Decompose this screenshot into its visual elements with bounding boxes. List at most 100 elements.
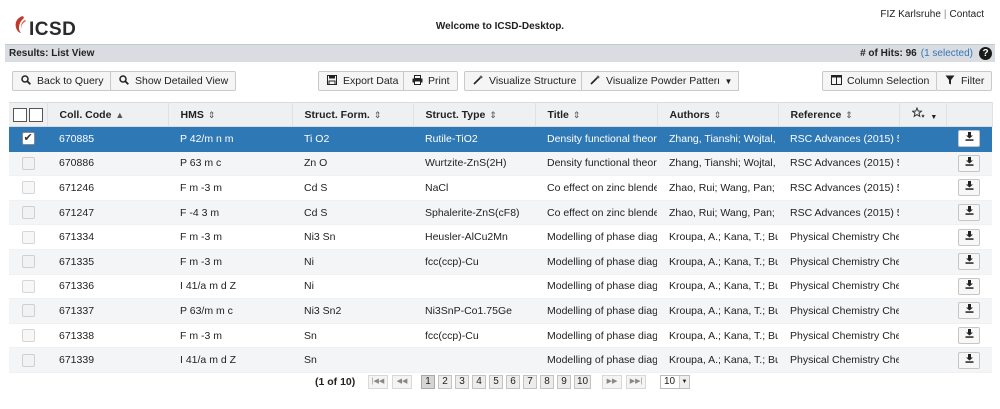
page-6-button[interactable]: 6: [506, 375, 520, 389]
first-page-button[interactable]: |◀◀: [368, 375, 388, 389]
row-checkbox[interactable]: [21, 255, 35, 269]
row-select-cell[interactable]: [9, 298, 47, 324]
page-4-button[interactable]: 4: [472, 375, 486, 389]
cell-title: Modelling of phase diagrar: [535, 224, 657, 250]
row-checkbox[interactable]: [21, 181, 35, 195]
row-checkbox[interactable]: [21, 206, 35, 220]
column-header-title[interactable]: Title ⇕: [535, 102, 658, 127]
download-button[interactable]: [958, 154, 980, 172]
column-header-hms[interactable]: HMS ⇕: [168, 102, 293, 127]
caret-down-icon: ▼: [930, 114, 938, 121]
table-row[interactable]: 671247 F -4 3 m Cd S Sphalerite-ZnS(cF8) Co …: [9, 200, 992, 226]
download-button[interactable]: [958, 130, 980, 148]
table-row[interactable]: 671337 P 63/m m c Ni3 Sn2 Ni3SnP-Co1.75Ge Mo…: [9, 298, 992, 324]
row-select-cell[interactable]: [9, 200, 47, 226]
help-icon[interactable]: ?: [979, 47, 992, 60]
download-button[interactable]: [958, 204, 980, 222]
row-checkbox[interactable]: [21, 279, 35, 293]
row-checkbox[interactable]: [21, 131, 35, 146]
table-row[interactable]: 671335 F m -3 m Ni fcc(ccp)-Cu Modelling of …: [9, 249, 992, 275]
separator: |: [943, 9, 947, 20]
column-header-struct-type[interactable]: Struct. Type ⇕: [413, 102, 536, 127]
print-button[interactable]: Print: [403, 71, 458, 91]
table-row[interactable]: 671338 F m -3 m Sn fcc(ccp)-Cu Modelling of …: [9, 323, 992, 349]
row-select-cell[interactable]: [9, 126, 47, 152]
page-summary: (1 of 10): [315, 376, 356, 388]
page-5-button[interactable]: 5: [489, 375, 503, 389]
column-settings-header[interactable]: ▼: [899, 102, 947, 127]
row-select-cell[interactable]: [9, 151, 47, 177]
select-all-header[interactable]: [9, 102, 48, 127]
column-selection-label: Column Selection: [847, 75, 930, 87]
column-header-coll-code[interactable]: Coll. Code ▲: [47, 102, 169, 127]
table-row[interactable]: 671334 F m -3 m Ni3 Sn Heusler-AlCu2Mn Model…: [9, 224, 992, 250]
select-all-checkbox[interactable]: [12, 107, 27, 122]
table-row[interactable]: 670886 P 63 m c Zn O Wurtzite-ZnS(2H) Densit…: [9, 151, 992, 177]
back-to-query-button[interactable]: Back to Query: [12, 71, 112, 91]
filter-button[interactable]: Filter: [936, 71, 993, 91]
visualize-powder-pattern-label: Visualize Powder Pattern: [606, 75, 724, 87]
download-button[interactable]: [958, 277, 980, 295]
cell-column-settings: [899, 249, 946, 275]
download-button[interactable]: [958, 228, 980, 246]
download-button[interactable]: [958, 327, 980, 345]
row-checkbox[interactable]: [21, 230, 35, 244]
cell-column-settings: [899, 151, 946, 177]
wand-icon: [472, 74, 484, 88]
select-page-checkbox[interactable]: [28, 107, 43, 122]
page-size-select[interactable]: 10 ▼: [660, 375, 690, 389]
cell-hms: F m -3 m: [168, 175, 292, 201]
row-checkbox[interactable]: [21, 304, 35, 318]
download-icon: [965, 279, 973, 289]
page-9-button[interactable]: 9: [557, 375, 571, 389]
page-1-button[interactable]: 1: [421, 375, 435, 389]
row-checkbox[interactable]: [21, 353, 35, 367]
row-checkbox[interactable]: [21, 329, 35, 343]
page-size-value: 10: [664, 376, 676, 387]
download-button[interactable]: [958, 302, 980, 320]
selected-count-link[interactable]: (1 selected): [921, 48, 973, 59]
powder-pattern-dropdown-toggle[interactable]: ▼: [719, 71, 739, 91]
org-links: FIZ Karlsruhe | Contact: [880, 9, 984, 20]
visualize-structure-button[interactable]: Visualize Structure: [464, 71, 585, 91]
show-detailed-view-label: Show Detailed View: [135, 75, 229, 87]
last-page-button[interactable]: ▶▶|: [626, 375, 646, 389]
visualize-powder-pattern-button[interactable]: Visualize Powder Pattern: [581, 71, 732, 91]
contact-link[interactable]: Contact: [950, 9, 984, 20]
previous-page-button[interactable]: ◀◀: [392, 375, 412, 389]
row-select-cell[interactable]: [9, 249, 47, 275]
export-data-button[interactable]: Export Data: [318, 71, 407, 91]
page-2-button[interactable]: 2: [438, 375, 452, 389]
table-row[interactable]: 671336 I 41/a m d Z Ni Modelling of phase d…: [9, 274, 992, 300]
table-row[interactable]: 671339 I 41/a m d Z Sn Modelling of phase d…: [9, 347, 992, 373]
cell-hms: I 41/a m d Z: [168, 347, 292, 373]
download-icon: [965, 132, 973, 142]
column-header-reference[interactable]: Reference ⇕: [778, 102, 900, 127]
column-selection-button[interactable]: Column Selection: [822, 71, 938, 91]
row-select-cell[interactable]: [9, 274, 47, 300]
page-8-button[interactable]: 8: [540, 375, 554, 389]
page-3-button[interactable]: 3: [455, 375, 469, 389]
column-header-authors[interactable]: Authors ⇕: [657, 102, 779, 127]
page-10-button[interactable]: 10: [574, 375, 592, 389]
row-checkbox[interactable]: [21, 156, 35, 170]
cell-coll-code: 670885: [47, 126, 168, 152]
cell-struct-type: fcc(ccp)-Cu: [413, 323, 535, 349]
download-button[interactable]: [958, 253, 980, 271]
download-button[interactable]: [958, 179, 980, 197]
page-7-button[interactable]: 7: [523, 375, 537, 389]
row-select-cell[interactable]: [9, 175, 47, 201]
table-row[interactable]: 670885P 42/m n mTi O2Rutile-TiO2Density …: [9, 126, 992, 152]
column-header-struct-form[interactable]: Struct. Form. ⇕: [292, 102, 414, 127]
cell-column-settings: [899, 126, 946, 152]
show-detailed-view-button[interactable]: Show Detailed View: [110, 71, 237, 91]
sort-ascending-icon: ▲: [115, 109, 125, 120]
next-page-button[interactable]: ▶▶: [602, 375, 622, 389]
table-row[interactable]: 671246 F m -3 m Cd S NaCl Co effect on zinc …: [9, 175, 992, 201]
row-select-cell[interactable]: [9, 224, 47, 250]
cell-hms: F m -3 m: [168, 224, 292, 250]
row-select-cell[interactable]: [9, 323, 47, 349]
download-button[interactable]: [958, 351, 980, 369]
row-select-cell[interactable]: [9, 347, 47, 373]
cell-authors: Zhang, Tianshi; Wojtal, Pat: [657, 126, 778, 152]
